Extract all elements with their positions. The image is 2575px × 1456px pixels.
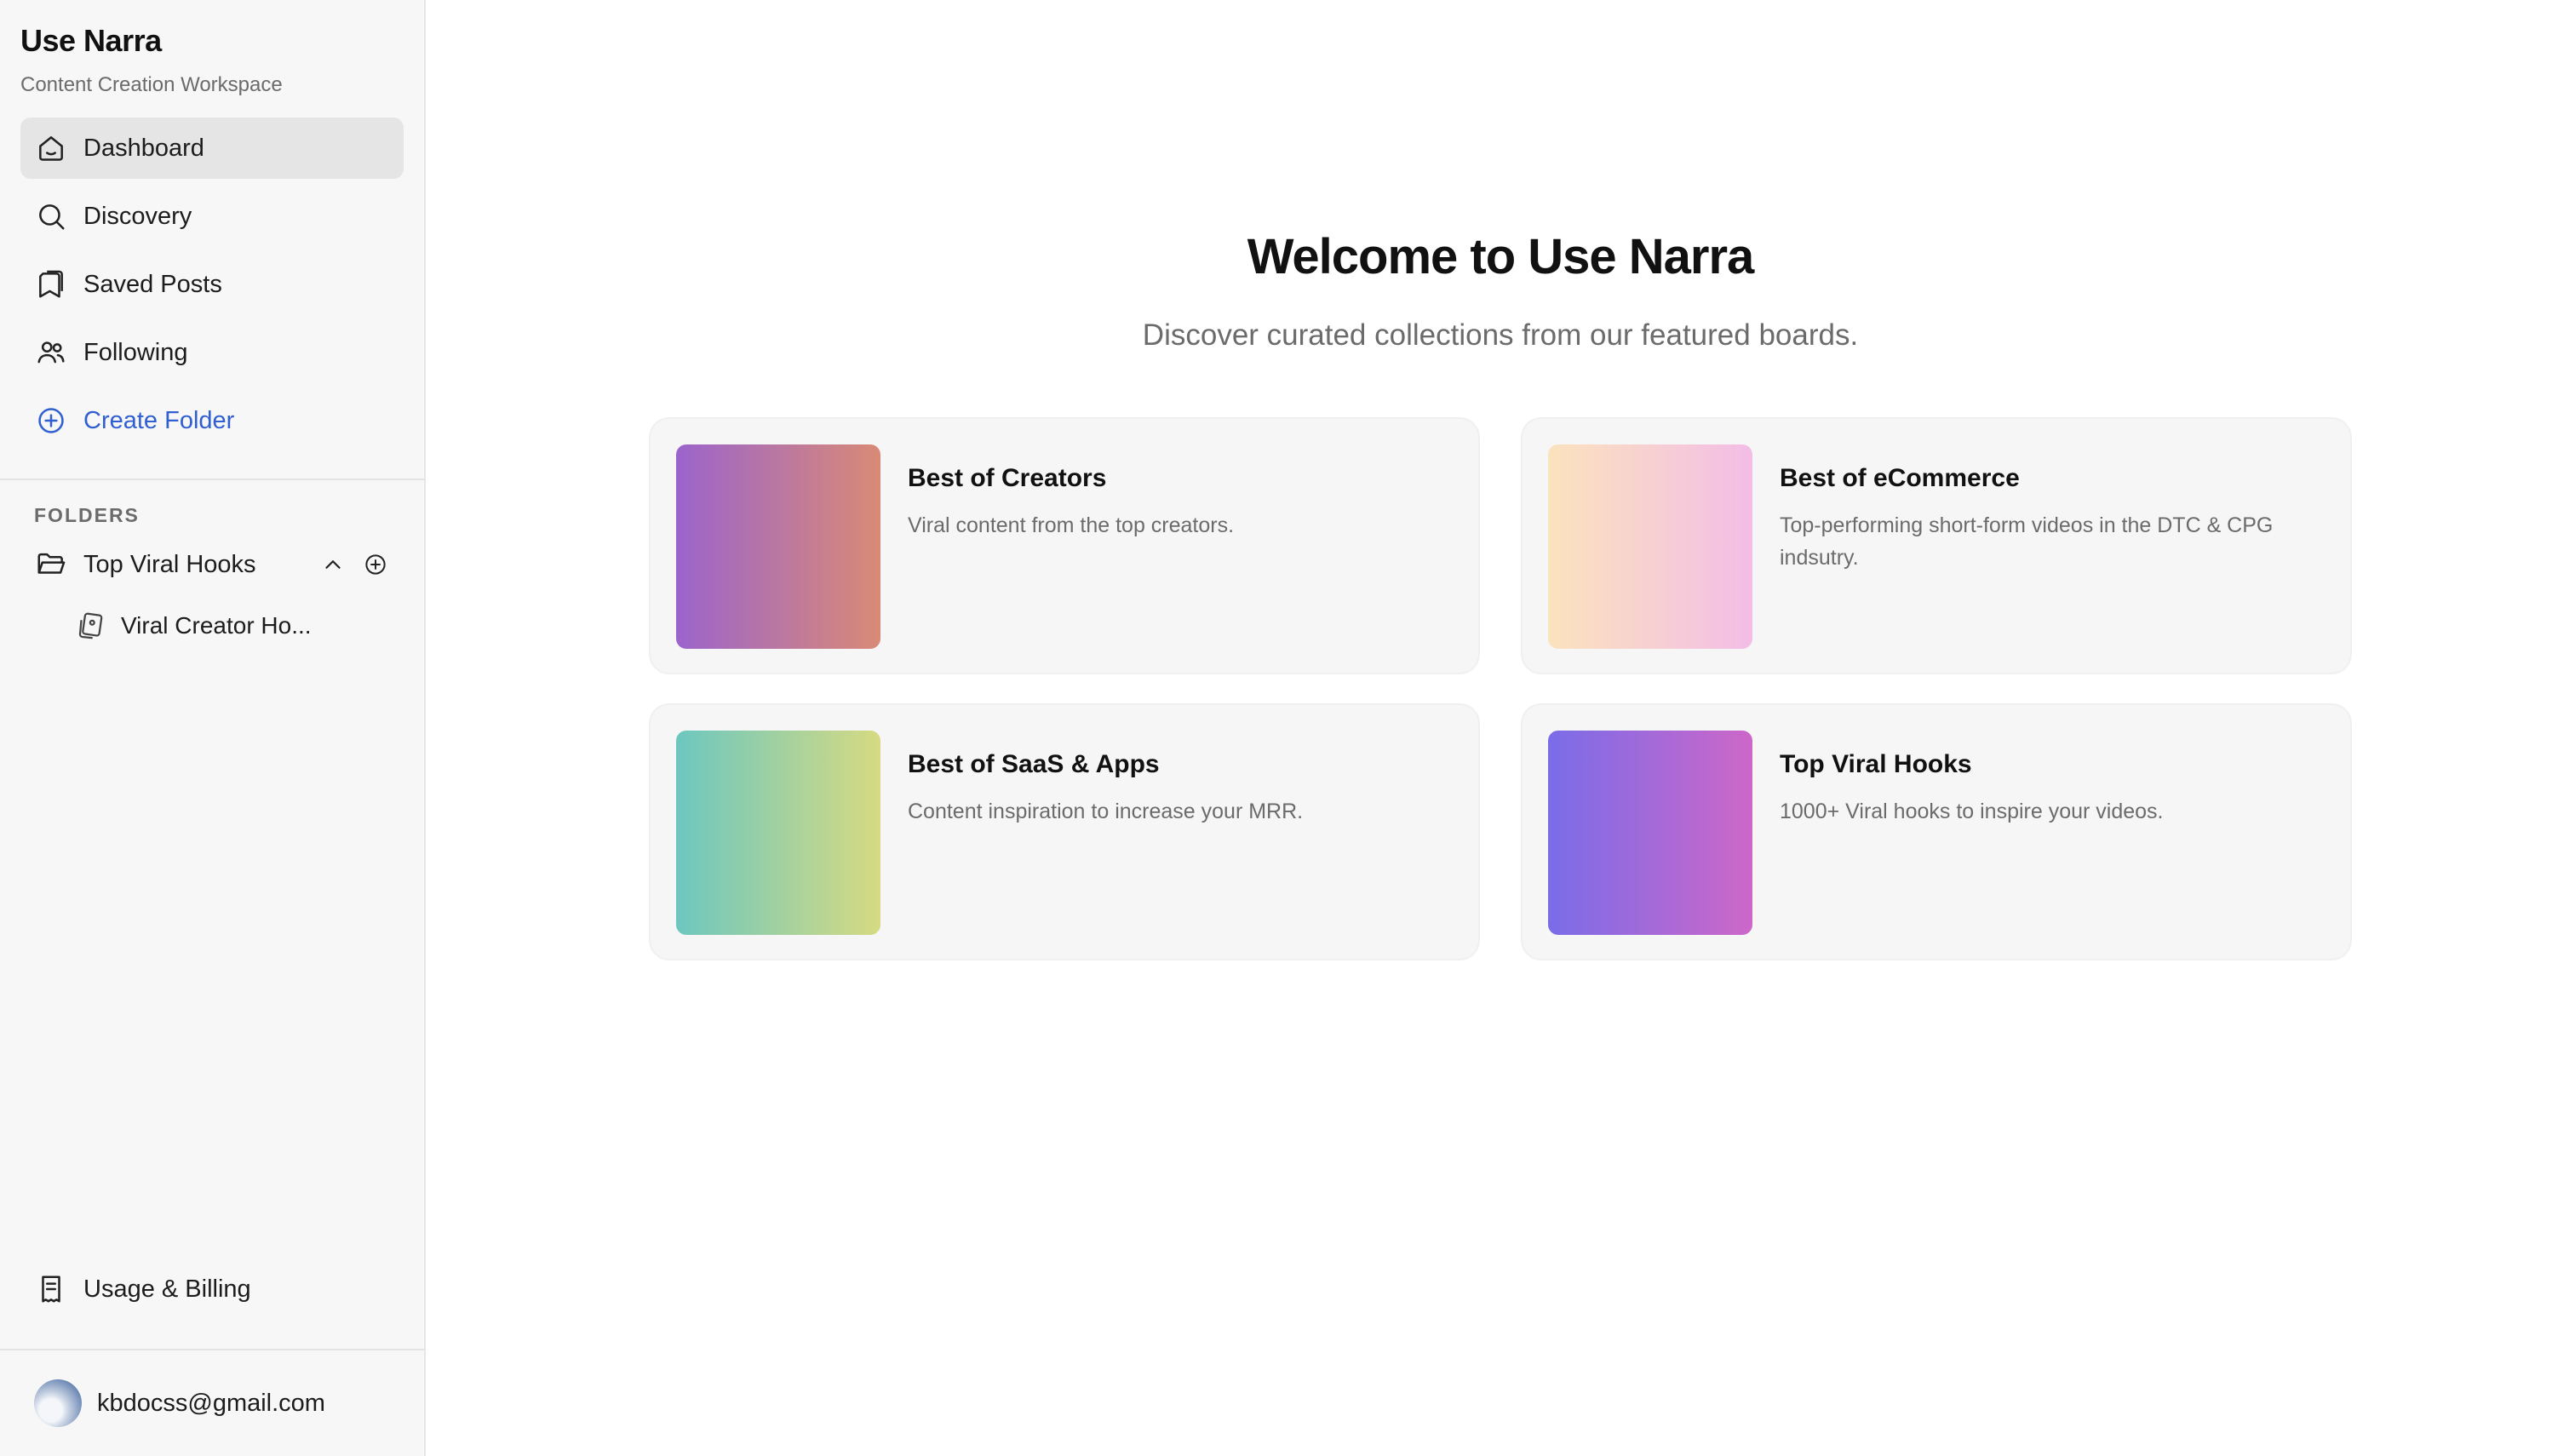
folders-heading: FOLDERS <box>34 504 140 526</box>
create-folder-label: Create Folder <box>83 406 235 434</box>
nav-item-following[interactable]: Following <box>20 322 404 383</box>
app-title: Use Narra <box>20 23 162 58</box>
users-icon <box>34 335 68 370</box>
chevron-up-icon <box>325 560 341 569</box>
avatar <box>34 1379 82 1427</box>
workspace-subtitle: Content Creation Workspace <box>20 73 283 96</box>
plus-circle-icon <box>34 404 68 438</box>
board-thumbnail <box>1548 444 1752 649</box>
main-nav: Dashboard Discovery Saved Posts Followin… <box>0 99 424 451</box>
board-description: Top-performing short-form videos in the … <box>1780 513 2274 570</box>
usage-billing-label: Usage & Billing <box>83 1275 251 1303</box>
board-card-text: Best of Creators Viral content from the … <box>908 444 1234 647</box>
collapse-folder-button[interactable] <box>318 550 347 579</box>
board-card-text: Best of eCommerce Top-performing short-f… <box>1780 444 2308 647</box>
board-item-viral-creator-hooks[interactable]: Viral Creator Ho... <box>20 599 404 653</box>
board-title: Best of SaaS & Apps <box>908 750 1160 778</box>
board-description: Viral content from the top creators. <box>908 513 1235 537</box>
board-description: 1000+ Viral hooks to inspire your videos… <box>1780 800 2164 823</box>
board-title: Best of eCommerce <box>1780 464 2020 492</box>
nav-label-discovery: Discovery <box>83 202 192 230</box>
cards-icon <box>78 612 103 639</box>
board-thumbnail <box>1548 731 1752 935</box>
board-thumbnail <box>676 731 880 935</box>
board-thumbnail <box>676 444 880 649</box>
board-card-best-of-creators[interactable]: Best of Creators Viral content from the … <box>649 417 1480 674</box>
folder-open-icon <box>34 547 68 582</box>
nav-label-dashboard: Dashboard <box>83 134 204 162</box>
page-title: Welcome to Use Narra <box>1247 229 1755 284</box>
board-card-text: Top Viral Hooks 1000+ Viral hooks to ins… <box>1780 731 2164 933</box>
usage-billing-link[interactable]: Usage & Billing <box>20 1258 404 1320</box>
account-email: kbdocss@gmail.com <box>97 1389 325 1417</box>
featured-boards-grid: Best of Creators Viral content from the … <box>649 417 2352 960</box>
plus-circle-icon <box>365 554 386 575</box>
home-icon <box>34 131 68 165</box>
board-card-text: Best of SaaS & Apps Content inspiration … <box>908 731 1303 933</box>
sidebar-footer: Usage & Billing kbdocss@gmail.com <box>0 1258 424 1456</box>
nav-item-discovery[interactable]: Discovery <box>20 186 404 247</box>
account-menu[interactable]: kbdocss@gmail.com <box>0 1350 424 1456</box>
nav-item-saved-posts[interactable]: Saved Posts <box>20 254 404 315</box>
brand: Use Narra Content Creation Workspace <box>0 0 424 99</box>
board-card-best-of-ecommerce[interactable]: Best of eCommerce Top-performing short-f… <box>1521 417 2352 674</box>
search-icon <box>34 199 68 233</box>
page-subtitle: Discover curated collections from our fe… <box>1142 318 1859 352</box>
add-subfolder-button[interactable] <box>361 550 390 579</box>
board-title: Top Viral Hooks <box>1780 750 1972 778</box>
sidebar: Use Narra Content Creation Workspace Das… <box>0 0 426 1456</box>
folder-item-top-viral-hooks[interactable]: Top Viral Hooks <box>20 534 404 595</box>
nav-label-following: Following <box>83 338 188 366</box>
main-content: Welcome to Use Narra Discover curated co… <box>426 0 2575 1456</box>
board-description: Content inspiration to increase your MRR… <box>908 800 1304 823</box>
board-card-top-viral-hooks[interactable]: Top Viral Hooks 1000+ Viral hooks to ins… <box>1521 703 2352 960</box>
folder-actions <box>318 550 390 579</box>
receipt-icon <box>34 1272 68 1306</box>
bookmark-icon <box>34 267 68 301</box>
board-title: Best of Creators <box>908 464 1107 492</box>
nav-label-saved-posts: Saved Posts <box>83 270 222 298</box>
folder-label: Top Viral Hooks <box>83 550 256 578</box>
board-card-best-of-saas-apps[interactable]: Best of SaaS & Apps Content inspiration … <box>649 703 1480 960</box>
app-window: Use Narra Content Creation Workspace Das… <box>0 0 2575 1456</box>
create-folder-button[interactable]: Create Folder <box>20 390 404 451</box>
nav-item-dashboard[interactable]: Dashboard <box>20 118 404 179</box>
board-label: Viral Creator Ho... <box>121 612 312 639</box>
